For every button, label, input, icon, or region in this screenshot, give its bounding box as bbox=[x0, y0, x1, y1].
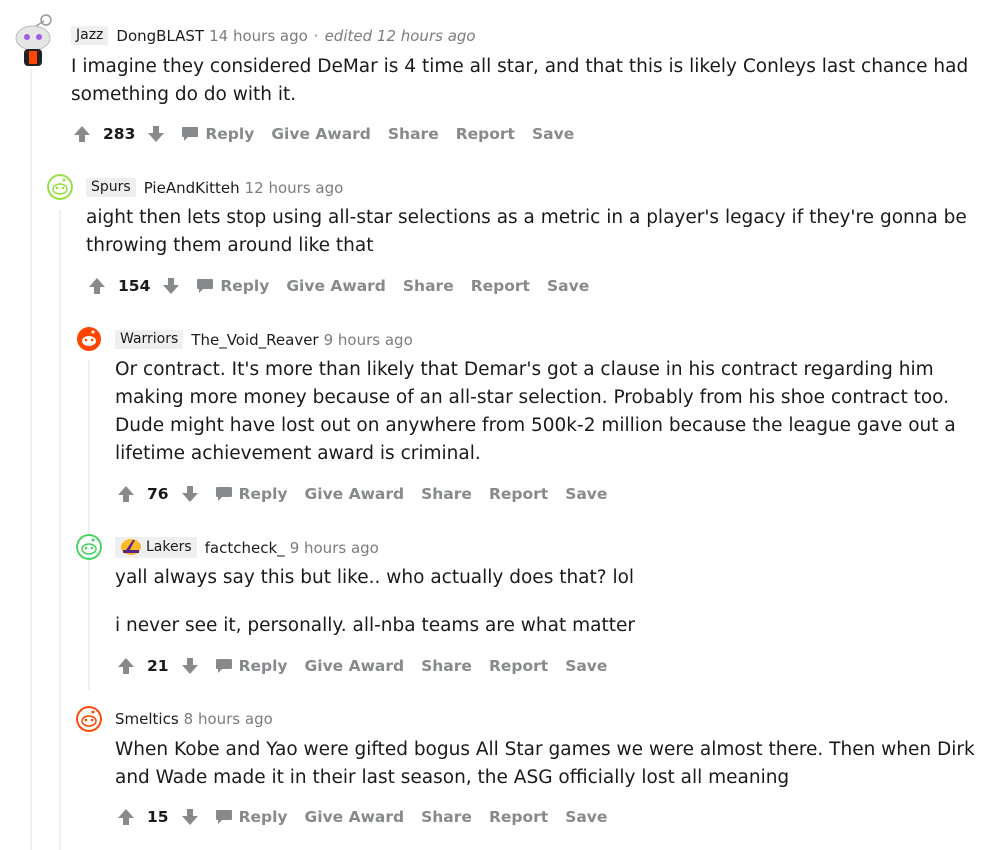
comment-bubble-icon bbox=[215, 810, 232, 824]
upvote-icon[interactable] bbox=[115, 655, 137, 677]
comment-actions: 76 Reply Give Award Share Report Save bbox=[115, 482, 624, 506]
give-award-button[interactable]: Give Award bbox=[286, 277, 386, 295]
vote-score: 21 bbox=[147, 657, 169, 675]
edited-timestamp: edited 12 hours ago bbox=[324, 26, 476, 45]
upvote-icon[interactable] bbox=[71, 123, 93, 145]
author-name[interactable]: The_Void_Reaver bbox=[191, 331, 318, 349]
author-name[interactable]: Smeltics bbox=[115, 710, 179, 728]
user-flair: Jazz bbox=[71, 26, 109, 45]
user-flair: Warriors bbox=[115, 330, 184, 349]
comment-paragraph: When Kobe and Yao were gifted bogus All … bbox=[115, 739, 975, 788]
give-award-button[interactable]: Give Award bbox=[271, 125, 371, 143]
give-award-button[interactable]: Give Award bbox=[305, 657, 405, 675]
comment-paragraph: i never see it, personally. all-nba team… bbox=[115, 615, 635, 636]
reply-label: Reply bbox=[238, 657, 288, 675]
reply-button[interactable]: Reply bbox=[181, 125, 254, 143]
vote-score: 15 bbox=[147, 808, 169, 826]
avatar[interactable] bbox=[76, 706, 102, 732]
reply-label: Reply bbox=[220, 277, 270, 295]
upvote-icon[interactable] bbox=[86, 275, 108, 297]
upvote-icon[interactable] bbox=[115, 806, 137, 828]
comment-bubble-icon bbox=[215, 487, 232, 501]
comment-actions: 21 Reply Give Award Share Report Save bbox=[115, 654, 624, 678]
report-button[interactable]: Report bbox=[489, 657, 548, 675]
comment-body: Or contract. It's more than likely that … bbox=[115, 356, 965, 468]
give-award-button[interactable]: Give Award bbox=[305, 808, 405, 826]
report-button[interactable]: Report bbox=[489, 808, 548, 826]
comment-actions: 154 Reply Give Award Share Report Save bbox=[86, 274, 606, 298]
comment-bubble-icon bbox=[197, 279, 214, 293]
share-button[interactable]: Share bbox=[421, 808, 472, 826]
snoo-avatar-icon bbox=[15, 14, 52, 66]
snoo-avatar-icon bbox=[47, 174, 73, 200]
save-button[interactable]: Save bbox=[547, 277, 589, 295]
comment-actions: 15 Reply Give Award Share Report Save bbox=[115, 805, 624, 829]
downvote-icon[interactable] bbox=[179, 483, 201, 505]
comment-bubble-icon bbox=[215, 659, 232, 673]
share-button[interactable]: Share bbox=[421, 657, 472, 675]
comment-paragraph: I imagine they considered DeMar is 4 tim… bbox=[71, 56, 969, 105]
downvote-icon[interactable] bbox=[179, 806, 201, 828]
avatar[interactable] bbox=[76, 534, 102, 560]
comment-body: I imagine they considered DeMar is 4 tim… bbox=[71, 53, 971, 109]
timestamp[interactable]: 8 hours ago bbox=[184, 710, 273, 728]
downvote-icon[interactable] bbox=[179, 655, 201, 677]
user-flair-label: Lakers bbox=[146, 539, 192, 555]
vote-score: 76 bbox=[147, 485, 169, 503]
share-button[interactable]: Share bbox=[403, 277, 454, 295]
downvote-icon[interactable] bbox=[145, 123, 167, 145]
snoo-avatar-icon bbox=[77, 327, 101, 351]
comment-paragraph: aight then lets stop using all-star sele… bbox=[86, 207, 967, 256]
reply-label: Reply bbox=[205, 125, 255, 143]
author-name[interactable]: DongBLAST bbox=[116, 27, 204, 45]
comment-body: yall always say this but like.. who actu… bbox=[115, 564, 965, 640]
thread-line[interactable] bbox=[88, 360, 90, 690]
reply-button[interactable]: Reply bbox=[215, 808, 288, 826]
author-name[interactable]: PieAndKitteh bbox=[144, 179, 240, 197]
snoo-avatar-icon bbox=[76, 706, 102, 732]
user-flair: Spurs bbox=[86, 178, 136, 197]
save-button[interactable]: Save bbox=[532, 125, 574, 143]
reply-button[interactable]: Reply bbox=[196, 277, 269, 295]
timestamp[interactable]: 14 hours ago bbox=[209, 27, 308, 45]
avatar[interactable] bbox=[76, 326, 102, 352]
vote-score: 154 bbox=[118, 277, 151, 295]
save-button[interactable]: Save bbox=[565, 657, 607, 675]
timestamp[interactable]: 9 hours ago bbox=[324, 331, 413, 349]
author-name[interactable]: factcheck_ bbox=[205, 539, 285, 557]
report-button[interactable]: Report bbox=[489, 485, 548, 503]
downvote-icon[interactable] bbox=[160, 275, 182, 297]
report-button[interactable]: Report bbox=[456, 125, 515, 143]
avatar[interactable] bbox=[10, 14, 56, 68]
share-button[interactable]: Share bbox=[388, 125, 439, 143]
comment-body: When Kobe and Yao were gifted bogus All … bbox=[115, 736, 975, 792]
comment-bubble-icon bbox=[182, 127, 199, 141]
upvote-icon[interactable] bbox=[115, 483, 137, 505]
give-award-button[interactable]: Give Award bbox=[305, 485, 405, 503]
comment-paragraph: Or contract. It's more than likely that … bbox=[115, 359, 956, 464]
lakers-logo-icon bbox=[121, 539, 141, 555]
comment-paragraph: yall always say this but like.. who actu… bbox=[115, 567, 635, 588]
vote-score: 283 bbox=[103, 125, 136, 143]
timestamp[interactable]: 12 hours ago bbox=[245, 179, 344, 197]
reply-label: Reply bbox=[238, 485, 288, 503]
reply-label: Reply bbox=[238, 808, 288, 826]
thread-line[interactable] bbox=[30, 70, 32, 850]
comment-body: aight then lets stop using all-star sele… bbox=[86, 204, 976, 260]
separator-dot: · bbox=[313, 26, 319, 45]
report-button[interactable]: Report bbox=[471, 277, 530, 295]
share-button[interactable]: Share bbox=[421, 485, 472, 503]
save-button[interactable]: Save bbox=[565, 485, 607, 503]
reply-button[interactable]: Reply bbox=[215, 657, 288, 675]
avatar[interactable] bbox=[47, 174, 73, 200]
thread-line[interactable] bbox=[59, 210, 61, 850]
snoo-avatar-icon bbox=[76, 534, 102, 560]
save-button[interactable]: Save bbox=[565, 808, 607, 826]
comment-actions: 283 Reply Give Award Share Report Save bbox=[71, 122, 591, 146]
reply-button[interactable]: Reply bbox=[215, 485, 288, 503]
user-flair: Lakers bbox=[115, 537, 197, 558]
timestamp[interactable]: 9 hours ago bbox=[290, 539, 379, 557]
